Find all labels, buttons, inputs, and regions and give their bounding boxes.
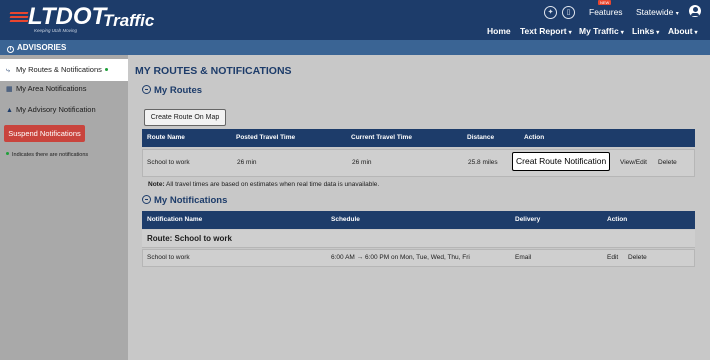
note-text: All travel times are based on estimates … (164, 181, 380, 188)
udot-logo[interactable]: LTDOT Keeping Utah Moving (6, 3, 107, 33)
sidebar: ⤷ My Routes & Notifications ▦ My Area Noti… (0, 55, 128, 360)
notification-dot (6, 152, 9, 155)
create-route-notification-button[interactable]: Creat Route Notification (512, 152, 611, 171)
nav-my-traffic[interactable]: My Traffic ▾ (579, 26, 624, 38)
collapse-icon (142, 195, 151, 204)
column-header: Action (607, 216, 628, 223)
routes-section-toggle[interactable]: My Routes (142, 85, 202, 96)
column-header: Current Travel Time (351, 134, 412, 141)
delete-link[interactable]: Delete (658, 159, 677, 166)
nav-home[interactable]: Home (487, 26, 511, 38)
column-header: Distance (467, 134, 495, 141)
delete-link[interactable]: Delete (628, 254, 647, 261)
page-title: MY ROUTES & NOTIFICATIONS (135, 65, 292, 77)
notifications-section-toggle[interactable]: My Notifications (142, 195, 227, 206)
product-name: Traffic (103, 11, 155, 30)
current-travel-time: 26 min (352, 159, 372, 166)
table-header: Notification Name Schedule Delivery Acti… (142, 211, 695, 229)
nav-about[interactable]: About ▾ (668, 26, 698, 38)
view-edit-link[interactable]: View/Edit (620, 159, 647, 166)
sidebar-item-advisory-notification[interactable]: ▲ My Advisory Notification (0, 99, 128, 121)
twitter-icon[interactable]: ✦ (544, 6, 557, 19)
nav-text-report[interactable]: Text Report ▾ (520, 26, 572, 38)
route-distance: 25.8 miles (468, 159, 498, 166)
create-route-button[interactable]: Create Route On Map (144, 109, 226, 126)
nav-about-label: About (668, 26, 693, 36)
column-header: Notification Name (147, 216, 203, 223)
section-title: My Routes (154, 85, 203, 96)
top-header: LTDOT Keeping Utah Moving Traffic ✦ ▯ NE… (0, 0, 710, 40)
sidebar-item-label: My Routes & Notifications (16, 65, 102, 74)
notification-legend: Indicates there are notifications (6, 152, 88, 158)
section-title: My Notifications (154, 195, 228, 206)
advisories-label: ADVISORIES (17, 43, 67, 52)
sidebar-item-label: My Area Notifications (16, 84, 87, 93)
table-row: School to work 26 min 26 min 25.8 miles … (142, 149, 695, 177)
notification-dot (104, 68, 108, 71)
info-icon: i (7, 46, 14, 53)
legend-text: Indicates there are notifications (12, 152, 89, 158)
column-header: Posted Travel Time (236, 134, 296, 141)
table-header: Route Name Posted Travel Time Current Tr… (142, 129, 695, 147)
table-row: School to work 6:00 AM → 6:00 PM on Mon,… (142, 249, 695, 267)
mobile-app-icon[interactable]: ▯ (562, 6, 575, 19)
notification-schedule: 6:00 AM → 6:00 PM on Mon, Tue, Wed, Thu,… (331, 254, 470, 261)
route-group-row: Route: School to work (142, 230, 695, 248)
collapse-icon (142, 85, 151, 94)
suspend-notifications-button[interactable]: Suspend Notifications (4, 125, 85, 142)
nav-text-report-label: Text Report (520, 26, 567, 36)
main-content: MY ROUTES & NOTIFICATIONS My Routes Crea… (128, 55, 710, 360)
chevron-down-icon: ▾ (620, 30, 624, 36)
notification-name: School to work (147, 254, 190, 261)
column-header: Route Name (147, 134, 185, 141)
sidebar-item-label: My Advisory Notification (16, 105, 96, 114)
sidebar-item-area-notifications[interactable]: ▦ My Area Notifications (0, 78, 128, 100)
column-header: Action (524, 134, 545, 141)
chevron-down-icon: ▾ (568, 30, 572, 36)
warning-icon: ▲ (6, 107, 13, 114)
posted-travel-time: 26 min (237, 159, 257, 166)
nav-links-label: Links (632, 26, 655, 36)
nav-my-traffic-label: My Traffic (579, 26, 619, 36)
advisories-bar[interactable]: i ADVISORIES (0, 40, 710, 55)
logo-text: LTDOT (28, 3, 107, 30)
edit-link[interactable]: Edit (607, 254, 618, 261)
new-badge: NEW (598, 0, 612, 5)
nav-links[interactable]: Links ▾ (632, 26, 659, 38)
region-label: Statewide (636, 7, 674, 17)
column-header: Delivery (515, 216, 541, 223)
note-label: Note: (148, 181, 165, 188)
route-name: School to work (147, 159, 190, 166)
travel-time-note: Note: All travel times are based on esti… (148, 181, 379, 188)
chevron-down-icon: ▾ (675, 11, 679, 17)
features-link[interactable]: Features (589, 7, 623, 17)
column-header: Schedule (331, 216, 360, 223)
region-dropdown[interactable]: Statewide ▾ (636, 7, 679, 17)
chevron-down-icon: ▾ (694, 30, 698, 36)
user-account-icon[interactable] (689, 5, 701, 17)
notification-delivery: Email (515, 254, 532, 261)
chevron-down-icon: ▾ (656, 30, 660, 36)
map-icon: ▦ (6, 86, 13, 93)
